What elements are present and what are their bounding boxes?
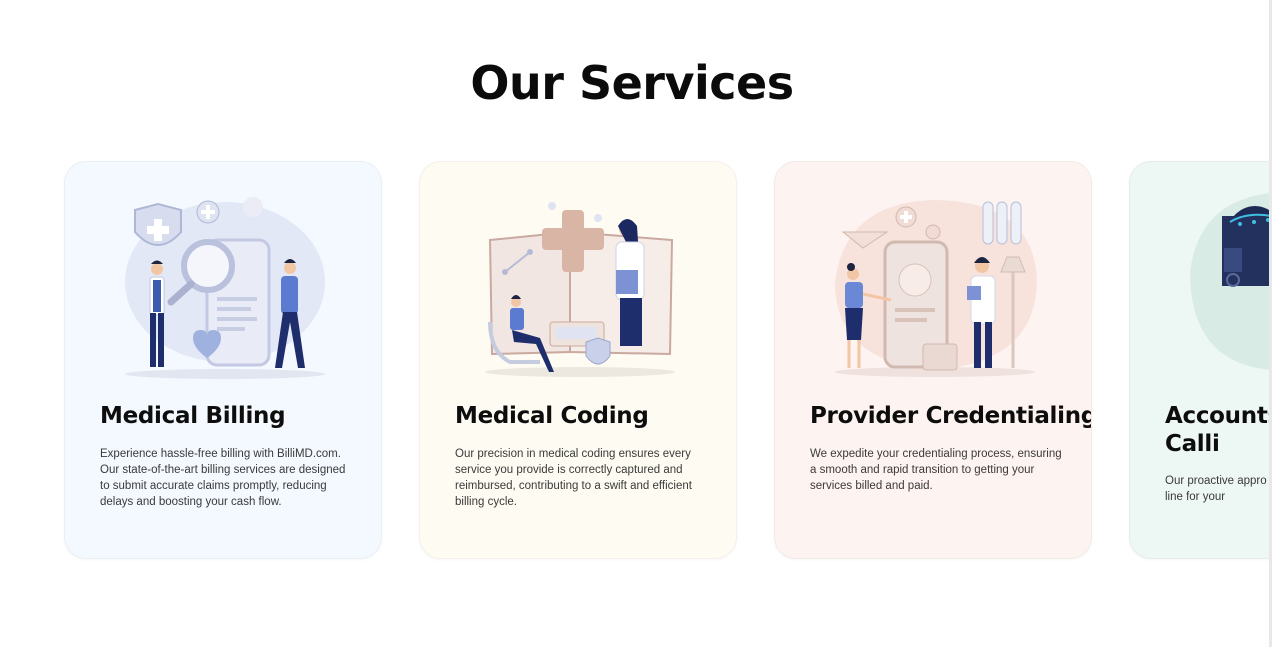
service-card-medical-billing[interactable]: Medical Billing Experience hassle-free b… — [64, 161, 382, 559]
card-description: We expedite your credentialing process, … — [810, 448, 1062, 492]
service-card-provider-credentialing[interactable]: Provider Credentialing We expedite your … — [774, 161, 1092, 559]
provider-credentialing-illustration — [835, 200, 1037, 377]
card-title: Medical Coding — [455, 403, 649, 429]
card-title: Provider Credentialing — [810, 403, 1092, 429]
accounts-receivable-illustration — [1190, 193, 1272, 371]
card-description: Experience hassle-free billing with Bill… — [100, 448, 346, 508]
card-title: Medical Billing — [100, 403, 286, 429]
medical-billing-illustration — [125, 197, 325, 379]
card-description: Our proactive appro faster payment reso … — [1165, 475, 1272, 503]
medical-coding-illustration — [485, 202, 675, 377]
service-card-medical-coding[interactable]: Medical Coding Our precision in medical … — [419, 161, 737, 559]
service-card-accounts-receivable[interactable]: Accounts (AR) Calli Our proactive appro … — [1129, 161, 1272, 559]
card-description: Our precision in medical coding ensures … — [455, 448, 692, 508]
services-carousel[interactable]: Medical Billing Experience hassle-free b… — [0, 0, 1272, 647]
card-title: Accounts (AR) Calli — [1165, 403, 1272, 457]
